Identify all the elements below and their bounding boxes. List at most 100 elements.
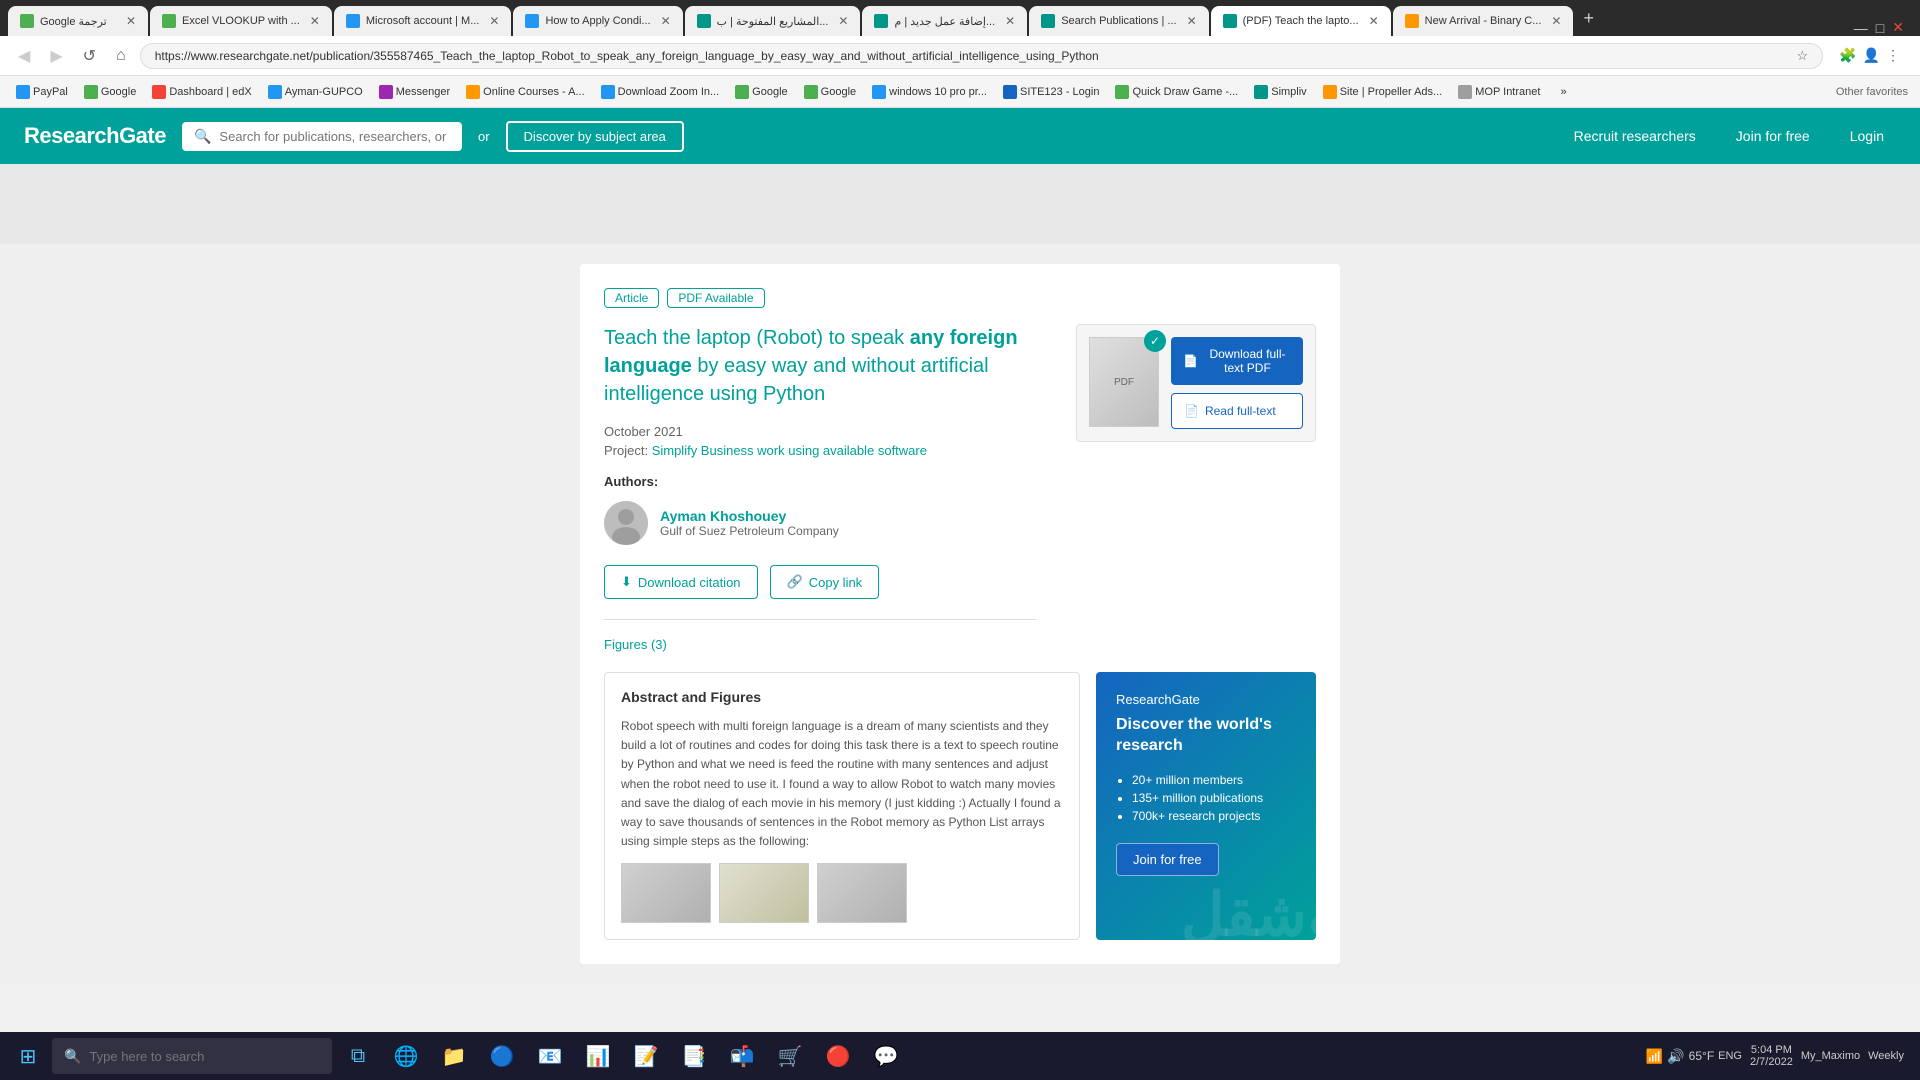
back-button[interactable]: ◀ bbox=[12, 44, 36, 68]
recruit-researchers-button[interactable]: Recruit researchers bbox=[1562, 122, 1708, 150]
join-for-free-header-button[interactable]: Join for free bbox=[1724, 122, 1822, 150]
excel-button[interactable]: 📊 bbox=[576, 1034, 620, 1078]
read-fulltext-button[interactable]: 📄 Read full-text bbox=[1171, 393, 1303, 429]
lang-label[interactable]: ENG bbox=[1718, 1050, 1742, 1062]
tab-bar: Google ترجمة ✕ Excel VLOOKUP with ... ✕ … bbox=[0, 0, 1920, 36]
bookmark-simpliv[interactable]: Simpliv bbox=[1250, 83, 1310, 101]
bookmark-star-icon[interactable]: ☆ bbox=[1796, 48, 1808, 64]
extensions-icon[interactable]: 🧩 bbox=[1839, 47, 1856, 64]
amazon-button[interactable]: 🛒 bbox=[768, 1034, 812, 1078]
minimize-icon[interactable]: — bbox=[1854, 20, 1868, 36]
tab-how-to[interactable]: How to Apply Condi... ✕ bbox=[513, 6, 682, 36]
file-explorer-button[interactable]: 📁 bbox=[432, 1034, 476, 1078]
tab-google-translate[interactable]: Google ترجمة ✕ bbox=[8, 6, 148, 36]
chrome-button[interactable]: 🔵 bbox=[480, 1034, 524, 1078]
start-button[interactable]: ⊞ bbox=[8, 1036, 48, 1076]
copy-link-label: Copy link bbox=[809, 575, 862, 590]
new-tab-button[interactable]: + bbox=[1575, 8, 1602, 29]
tab-close-icon[interactable]: ✕ bbox=[126, 14, 136, 28]
tab-label: New Arrival - Binary C... bbox=[1425, 15, 1542, 27]
tab-close-icon[interactable]: ✕ bbox=[838, 14, 848, 28]
teams-button[interactable]: 💬 bbox=[864, 1034, 908, 1078]
tab-new-arrival[interactable]: New Arrival - Binary C... ✕ bbox=[1393, 6, 1574, 36]
taskbar-search-input[interactable] bbox=[89, 1049, 320, 1064]
bookmark-google2[interactable]: Google bbox=[731, 83, 791, 101]
project-link[interactable]: Simplify Business work using available s… bbox=[652, 443, 927, 458]
rg-search-box[interactable]: 🔍 bbox=[182, 122, 462, 151]
copy-link-button[interactable]: 🔗 Copy link bbox=[770, 565, 880, 599]
tab-close-icon[interactable]: ✕ bbox=[1005, 14, 1015, 28]
divider bbox=[604, 619, 1036, 620]
tab-close-icon[interactable]: ✕ bbox=[1187, 14, 1197, 28]
tab-label: Microsoft account | M... bbox=[366, 15, 480, 27]
app2-button[interactable]: 🔴 bbox=[816, 1034, 860, 1078]
account-icon[interactable]: 👤 bbox=[1863, 47, 1880, 64]
edge-button[interactable]: 🌐 bbox=[384, 1034, 428, 1078]
task-view-button[interactable]: ⧉ bbox=[336, 1034, 380, 1078]
maximize-icon[interactable]: □ bbox=[1876, 20, 1884, 36]
task-view-icon: ⧉ bbox=[351, 1045, 365, 1068]
powerpoint-button[interactable]: 📑 bbox=[672, 1034, 716, 1078]
bookmark-site123[interactable]: SITE123 - Login bbox=[999, 83, 1104, 101]
bookmark-ayman[interactable]: Ayman-GUPCO bbox=[264, 83, 367, 101]
figures-link[interactable]: Figures (3) bbox=[604, 637, 667, 652]
bookmark-propeller[interactable]: Site | Propeller Ads... bbox=[1319, 83, 1447, 101]
tab-close-icon[interactable]: ✕ bbox=[310, 14, 320, 28]
bookmark-mop[interactable]: MOP Intranet bbox=[1454, 83, 1544, 101]
bookmark-label: Download Zoom In... bbox=[618, 86, 720, 98]
taskbar-search-box[interactable]: 🔍 bbox=[52, 1038, 332, 1074]
bookmark-label: Google bbox=[752, 86, 787, 98]
login-button[interactable]: Login bbox=[1838, 122, 1896, 150]
word-button[interactable]: 📝 bbox=[624, 1034, 668, 1078]
bookmark-paypal[interactable]: PayPal bbox=[12, 83, 72, 101]
search-input[interactable] bbox=[219, 129, 450, 144]
tab-search-publications[interactable]: Search Publications | ... ✕ bbox=[1029, 6, 1208, 36]
bookmark-edx[interactable]: Dashboard | edX bbox=[148, 83, 255, 101]
bookmark-messenger[interactable]: Messenger bbox=[375, 83, 454, 101]
app1-button[interactable]: 📧 bbox=[528, 1034, 572, 1078]
tab-pdf-teach[interactable]: (PDF) Teach the lapto... ✕ bbox=[1211, 6, 1391, 36]
bookmark-label: Ayman-GUPCO bbox=[285, 86, 363, 98]
tab-favicon bbox=[874, 14, 888, 28]
network-icon[interactable]: 📶 bbox=[1646, 1048, 1663, 1065]
tab-close-icon[interactable]: ✕ bbox=[1551, 14, 1561, 28]
amazon-icon: 🛒 bbox=[778, 1044, 803, 1069]
promo-join-button[interactable]: Join for free bbox=[1116, 843, 1219, 876]
tab-favicon bbox=[20, 14, 34, 28]
pdf-side-panel: PDF ✓ 📄 Download full-text PDF 📄 Read fu… bbox=[1076, 324, 1316, 652]
other-favorites-label[interactable]: Other favorites bbox=[1836, 86, 1908, 98]
tab-excel[interactable]: Excel VLOOKUP with ... ✕ bbox=[150, 6, 332, 36]
url-box[interactable]: https://www.researchgate.net/publication… bbox=[140, 43, 1823, 69]
bookmark-google3[interactable]: Google bbox=[800, 83, 860, 101]
read-icon: 📄 bbox=[1184, 404, 1199, 418]
bookmark-quick-draw[interactable]: Quick Draw Game -... bbox=[1111, 83, 1242, 101]
volume-icon[interactable]: 🔊 bbox=[1667, 1048, 1684, 1065]
forward-button[interactable]: ▶ bbox=[44, 44, 68, 68]
refresh-button[interactable]: ↺ bbox=[77, 44, 102, 68]
download-citation-button[interactable]: ⬇ Download citation bbox=[604, 565, 758, 599]
bookmark-google[interactable]: Google bbox=[80, 83, 140, 101]
tab-ms[interactable]: Microsoft account | M... ✕ bbox=[334, 6, 512, 36]
title-start: Teach the laptop (Robot) to speak bbox=[604, 327, 910, 349]
outlook-button[interactable]: 📬 bbox=[720, 1034, 764, 1078]
action-buttons: ⬇ Download citation 🔗 Copy link bbox=[604, 565, 1036, 599]
download-fulltext-button[interactable]: 📄 Download full-text PDF bbox=[1171, 337, 1303, 385]
author-name[interactable]: Ayman Khoshouey bbox=[660, 508, 839, 524]
paper-content-area: Teach the laptop (Robot) to speak any fo… bbox=[604, 324, 1316, 652]
bookmark-windows[interactable]: windows 10 pro pr... bbox=[868, 83, 991, 101]
tab-add-work[interactable]: إضافة عمل جديد | م... ✕ bbox=[862, 6, 1027, 36]
close-icon[interactable]: ✕ bbox=[1892, 19, 1904, 36]
tab-close-icon[interactable]: ✕ bbox=[661, 14, 671, 28]
tab-projects[interactable]: المشاريع المفتوحة | ب... ✕ bbox=[685, 6, 861, 36]
tab-close-icon[interactable]: ✕ bbox=[489, 14, 499, 28]
bookmarks-more[interactable]: » bbox=[1556, 84, 1570, 100]
discover-button[interactable]: Discover by subject area bbox=[506, 121, 684, 152]
bookmark-download-zoom[interactable]: Download Zoom In... bbox=[597, 83, 724, 101]
bookmark-online-courses[interactable]: Online Courses - A... bbox=[462, 83, 589, 101]
tab-close-icon[interactable]: ✕ bbox=[1369, 14, 1379, 28]
bookmarks-bar: PayPal Google Dashboard | edX Ayman-GUPC… bbox=[0, 76, 1920, 108]
system-tray: 📶 🔊 65°F ENG 5:04 PM 2/7/2022 My_Maximo … bbox=[1638, 1044, 1912, 1068]
menu-icon[interactable]: ⋮ bbox=[1886, 47, 1900, 64]
home-button[interactable]: ⌂ bbox=[110, 45, 132, 67]
system-clock[interactable]: 5:04 PM 2/7/2022 bbox=[1750, 1044, 1793, 1068]
